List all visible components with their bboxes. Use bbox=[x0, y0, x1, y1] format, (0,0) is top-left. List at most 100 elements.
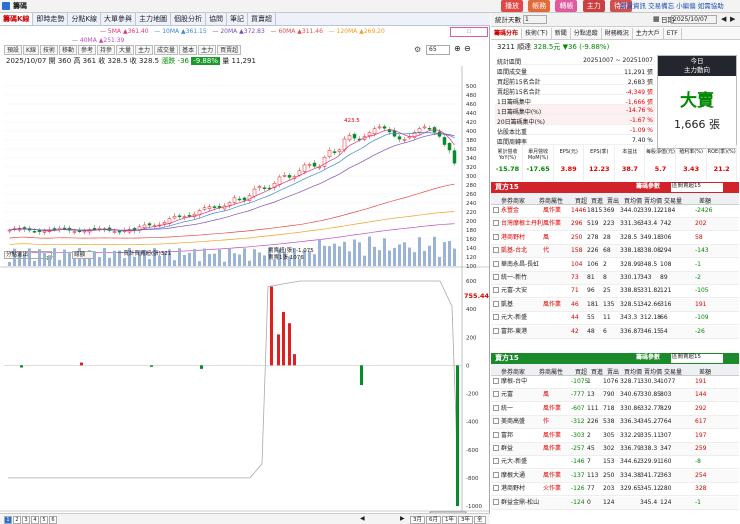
toolbar-item-5[interactable]: 參考 bbox=[77, 45, 96, 55]
row-checkbox[interactable] bbox=[493, 471, 499, 478]
kline-chart[interactable]: 5004804604404204003803603403203002802602… bbox=[0, 66, 490, 524]
range-button[interactable]: 1年 bbox=[442, 516, 457, 524]
toolbar-item-8[interactable]: 主力 bbox=[135, 45, 154, 55]
toolbar-item-1[interactable]: 預設 bbox=[4, 45, 23, 55]
zoom-out-icon[interactable]: ⊖ bbox=[464, 44, 471, 53]
row-checkbox[interactable] bbox=[493, 327, 499, 334]
top-link-1[interactable]: 期貨資訊 bbox=[620, 2, 646, 10]
tab-buysell[interactable]: 買賣超 bbox=[248, 13, 277, 25]
right-tab[interactable]: ETF bbox=[664, 28, 682, 39]
broker-row[interactable]: 港商野村 火作業 -126 77 203 329.65 345.12 280 328 bbox=[491, 483, 739, 497]
broker-row[interactable]: 永豐金 風作業 1446 1815 369 344.02 339.12 2184 -2426 bbox=[491, 205, 739, 218]
hint-box[interactable]: ☐ bbox=[450, 27, 488, 37]
page-link[interactable]: 3 bbox=[22, 516, 30, 524]
broker-row[interactable]: 港商野村 風 250 278 28 328.5 349.18 306 58 bbox=[491, 232, 739, 245]
toolbar-item-7[interactable]: 大量 bbox=[116, 45, 135, 55]
broker-row[interactable]: 元大-新盛 -146 7 153 344.62 329.91 160 -8 bbox=[491, 456, 739, 470]
row-checkbox[interactable] bbox=[493, 431, 499, 438]
broker-row[interactable]: 統一 風作業 -607 111 718 330.86 332.77 829 292 bbox=[491, 403, 739, 416]
toolbar-item-6[interactable]: 持參 bbox=[97, 45, 116, 55]
row-checkbox[interactable] bbox=[493, 220, 499, 227]
page-link[interactable]: 6 bbox=[49, 516, 57, 524]
broker-row[interactable]: 凱基 風作業 46 181 135 328.51 342.66 316 191 bbox=[491, 298, 739, 312]
row-checkbox[interactable] bbox=[493, 485, 499, 492]
range-button[interactable]: 全 bbox=[474, 516, 486, 524]
broker-row[interactable]: 元大-新盛 44 55 11 343.3 312.18 66 -109 bbox=[491, 312, 739, 326]
toolbar-item-3[interactable]: 技術 bbox=[39, 45, 58, 55]
tab-notes[interactable]: 筆記 bbox=[227, 13, 249, 25]
broker-row[interactable]: 統一-新竹 73 81 8 330.17 343 89 -2 bbox=[491, 272, 739, 285]
broker-row[interactable]: 凱基-台北 代 158 226 68 338.18 338.08 294 -143 bbox=[491, 245, 739, 259]
broker-row[interactable]: 富邦 風作業 -303 2 305 332.29 335.11 307 197 bbox=[491, 430, 739, 443]
scroll-right-icon[interactable]: ▶ bbox=[400, 515, 405, 522]
top-link-3[interactable]: 小編偏 bbox=[676, 2, 696, 10]
row-checkbox[interactable] bbox=[493, 378, 499, 384]
subpanel-select[interactable]: 分點進出 bbox=[4, 251, 52, 259]
right-tab[interactable]: 技術(下) bbox=[522, 28, 552, 39]
page-link[interactable]: 5 bbox=[40, 516, 48, 524]
subpanel-button[interactable]: 總額 bbox=[72, 251, 94, 259]
toolbar-item-2[interactable]: K線 bbox=[23, 45, 39, 55]
row-checkbox[interactable] bbox=[493, 247, 499, 254]
right-tab[interactable]: 財務概況 bbox=[602, 28, 633, 39]
broker-row[interactable]: 摩根-台中 -1075 1 1076 328.71 330.34 1077 191 bbox=[491, 376, 739, 389]
right-tab[interactable]: 主力大戶 bbox=[633, 28, 664, 39]
row-checkbox[interactable] bbox=[493, 418, 499, 425]
broker-row[interactable]: 元富 風 -777 13 790 340.67 330.85 803 144 bbox=[491, 389, 739, 403]
row-checkbox[interactable] bbox=[493, 498, 499, 505]
tab-intraday[interactable]: 即時走勢 bbox=[33, 13, 69, 25]
toolbar-item-4[interactable]: 移動 bbox=[58, 45, 77, 55]
top-button-4[interactable]: 主力 bbox=[582, 0, 605, 12]
row-checkbox[interactable] bbox=[493, 404, 499, 411]
top-button-3[interactable]: 轉帳 bbox=[555, 0, 578, 12]
broker-row[interactable]: 台灣摩根士丹利 風作業 296 519 223 331.36 343.4 742 202 bbox=[491, 218, 739, 232]
broker-row[interactable]: 美商高盛 作 -312 226 538 336.34 345.27 764 617 bbox=[491, 416, 739, 430]
row-checkbox[interactable] bbox=[493, 458, 499, 465]
top-link-4[interactable]: 如需協助 bbox=[698, 2, 724, 10]
broker-row[interactable]: 華南永昌-長虹 104 106 2 328.99 348.5 108 -1 bbox=[491, 259, 739, 272]
toolbar-item-11[interactable]: 主力 bbox=[198, 45, 217, 55]
row-checkbox[interactable] bbox=[493, 445, 499, 451]
broker-row[interactable]: 群益金鼎-松山 -124 0 124 345.4 124 -1 bbox=[491, 496, 739, 510]
row-checkbox[interactable] bbox=[493, 260, 499, 267]
row-checkbox[interactable] bbox=[493, 274, 499, 280]
tab-ask[interactable]: 協問 bbox=[206, 13, 228, 25]
tab-branch-kline[interactable]: 分點K線 bbox=[68, 13, 102, 25]
broker-row[interactable]: 富邦-東港 42 48 6 336.87 346.15 54 -26 bbox=[491, 325, 739, 339]
broker-row[interactable]: 元富-大安 71 96 25 338.85 331.82 121 -105 bbox=[491, 285, 739, 299]
tab-analysis[interactable]: 個股分析 bbox=[171, 13, 207, 25]
tab-bigorder[interactable]: 大單參與 bbox=[101, 13, 137, 25]
scroll-left-icon[interactable]: ◀ bbox=[360, 515, 365, 522]
prev-date-icon[interactable]: ◀ bbox=[721, 15, 726, 23]
toolbar-item-12[interactable]: 買賣超 bbox=[217, 45, 242, 55]
row-checkbox[interactable] bbox=[493, 207, 499, 213]
tab-kline[interactable]: 籌碼K線 bbox=[0, 13, 34, 25]
zoom-in-icon[interactable]: ⊕ bbox=[454, 44, 461, 53]
row-checkbox[interactable] bbox=[493, 287, 499, 294]
buy-param-select[interactable]: 區間賣超15 bbox=[671, 183, 723, 192]
next-date-icon[interactable]: ▶ bbox=[730, 15, 735, 23]
right-tab[interactable]: 新聞 bbox=[552, 28, 571, 39]
broker-row[interactable]: 群益 風作業 -257 45 302 336.79 338.3 347 259 bbox=[491, 443, 739, 456]
page-link[interactable]: 1 bbox=[4, 516, 12, 524]
range-button[interactable]: 3月 bbox=[410, 516, 425, 524]
row-checkbox[interactable] bbox=[493, 233, 499, 240]
page-link[interactable]: 4 bbox=[31, 516, 39, 524]
toolbar-item-9[interactable]: 成交量 bbox=[154, 45, 179, 55]
toolbar-item-10[interactable]: 基本 bbox=[179, 45, 198, 55]
gear-icon[interactable]: ⚙ bbox=[414, 45, 421, 54]
stat-days-select[interactable]: 1 bbox=[523, 15, 547, 24]
row-checkbox[interactable] bbox=[493, 300, 499, 307]
period-input[interactable]: 65 bbox=[426, 45, 450, 55]
range-button[interactable]: 3年 bbox=[458, 516, 473, 524]
top-link-2[interactable]: 交易備忘 bbox=[648, 2, 674, 10]
date-input[interactable]: 2025/10/07 bbox=[671, 15, 717, 24]
broker-row[interactable]: 摩根大通 風作業 -137 113 250 334.38 341.72 363 254 bbox=[491, 469, 739, 483]
sell-param-select[interactable]: 區間賣超15 bbox=[671, 354, 723, 363]
right-tab[interactable]: 分點追蹤 bbox=[571, 28, 602, 39]
row-checkbox[interactable] bbox=[493, 314, 499, 321]
top-button-2[interactable]: 帳務 bbox=[528, 0, 551, 12]
row-checkbox[interactable] bbox=[493, 391, 499, 398]
range-button[interactable]: 6月 bbox=[426, 516, 441, 524]
right-tab[interactable]: 籌碼分布 bbox=[491, 28, 523, 39]
